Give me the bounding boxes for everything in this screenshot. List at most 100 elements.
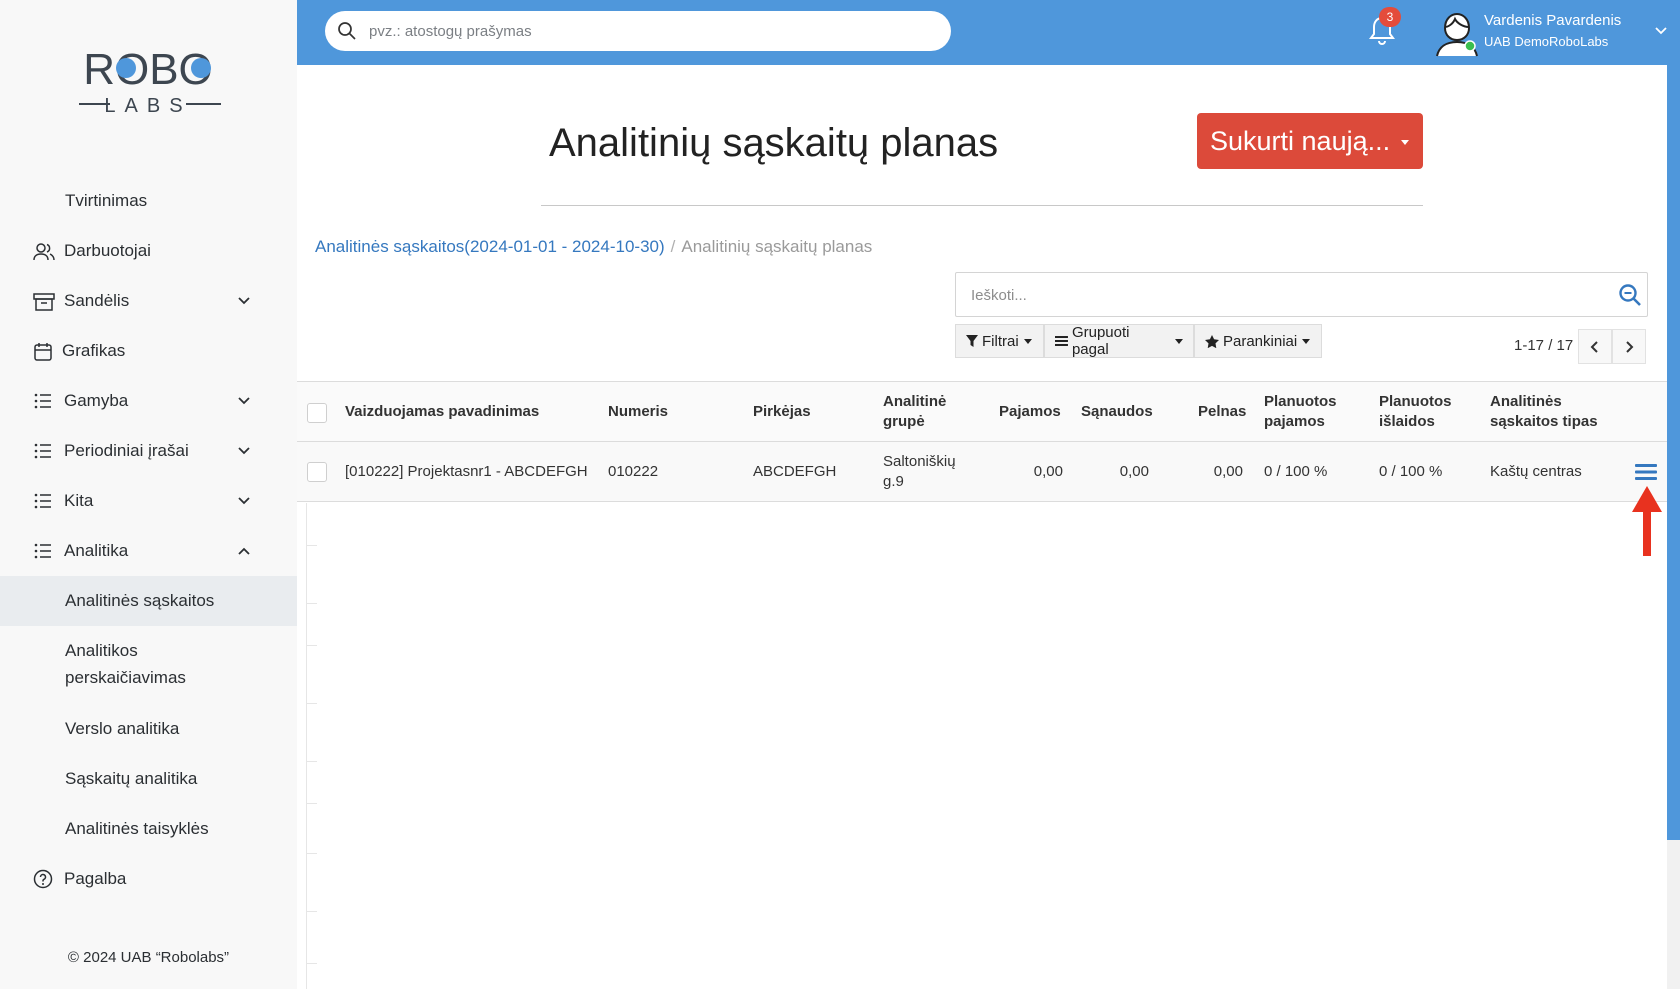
sidebar-item-label: Pagalba <box>64 869 127 888</box>
help-icon <box>33 869 53 889</box>
avatar[interactable] <box>1431 8 1481 58</box>
grid-line <box>307 803 317 804</box>
global-search[interactable] <box>325 11 951 51</box>
sidebar-item-pagalba[interactable]: Pagalba <box>0 854 297 904</box>
sidebar-item-verslo-analitika[interactable]: Verslo analitika <box>0 704 297 754</box>
column-header-label: Pajamos <box>999 403 1061 420</box>
column-header-group[interactable]: Analitinė grupė <box>883 392 946 432</box>
select-all-checkbox[interactable] <box>307 403 327 423</box>
column-header-planned-income[interactable]: Planuotos pajamos <box>1264 392 1337 432</box>
robolabs-logo[interactable]: ROBO LABS <box>0 42 297 122</box>
column-header-label: Pelnas <box>1198 403 1247 420</box>
breadcrumb-parent-link[interactable]: Analitinės sąskaitos(2024-01-01 - 2024-1… <box>315 237 665 256</box>
sidebar-item-sandelis[interactable]: Sandėlis <box>0 276 297 326</box>
pager-value[interactable]: 1-17 / 17 <box>1514 337 1573 354</box>
column-header-label: Vaizduojamas pavadinimas <box>345 403 540 420</box>
create-new-label: Sukurti naują... <box>1210 125 1391 156</box>
sidebar-item-label: Sandėlis <box>64 291 130 310</box>
chevron-down-icon[interactable] <box>236 494 252 508</box>
column-header-account-type[interactable]: Analitinės sąskaitos tipas <box>1490 392 1598 432</box>
grid-line <box>307 761 317 762</box>
sidebar-item-label: Sąskaitų analitika <box>65 769 198 788</box>
user-company: UAB DemoRoboLabs <box>1484 34 1609 49</box>
filters-button[interactable]: Filtrai <box>955 324 1044 358</box>
column-header-name[interactable]: Vaizduojamas pavadinimas <box>345 402 539 422</box>
chevron-down-icon[interactable] <box>1653 24 1669 38</box>
grid-line <box>307 853 317 854</box>
group-by-button[interactable]: Grupuoti pagal <box>1044 324 1194 358</box>
chevron-left-icon <box>1590 340 1598 353</box>
pager-prev-button[interactable] <box>1578 329 1612 364</box>
sidebar: ROBO LABS Tvirtinimas Darbuotojai Sandėl… <box>0 0 297 989</box>
grid-line <box>307 963 317 964</box>
cell-group-line2: g.9 <box>883 473 904 490</box>
column-header-income[interactable]: Pajamos <box>999 402 1061 422</box>
annotation-arrow-icon <box>1632 486 1662 556</box>
grid-line <box>307 645 317 646</box>
favorites-label: Parankiniai <box>1223 332 1298 350</box>
scrollbar-thumb[interactable] <box>1667 65 1680 840</box>
sidebar-footer: © 2024 UAB “Robolabs” <box>67 949 230 966</box>
caret-down-icon <box>1302 338 1311 344</box>
sidebar-item-tvirtinimas[interactable]: Tvirtinimas <box>0 176 297 226</box>
cell-profit: 0,00 <box>1213 463 1243 480</box>
column-header-label: Planuotos <box>1264 393 1337 410</box>
page-title: Analitinių sąskaitų planas <box>549 121 999 165</box>
sidebar-item-label: Tvirtinimas <box>65 191 148 210</box>
column-header-profit[interactable]: Pelnas <box>1198 402 1246 422</box>
column-header-planned-expenses[interactable]: Planuotos išlaidos <box>1379 392 1452 432</box>
sidebar-item-label: Darbuotojai <box>64 241 151 260</box>
zoom-search-icon[interactable] <box>1618 283 1642 307</box>
global-search-input[interactable] <box>369 19 929 43</box>
analytic-accounts-table: Vaizduojamas pavadinimas Numeris Pirkėja… <box>297 381 1667 989</box>
row-menu-icon[interactable] <box>1635 462 1657 482</box>
sidebar-item-analitines-taisykles[interactable]: Analitinės taisyklės <box>0 804 297 854</box>
column-header-expenses[interactable]: Sąnaudos <box>1081 402 1153 422</box>
sidebar-item-gamyba[interactable]: Gamyba <box>0 376 297 426</box>
column-header-buyer[interactable]: Pirkėjas <box>753 402 811 422</box>
sidebar-item-label: Analitikos perskaičiavimas <box>65 637 186 691</box>
chevron-down-icon[interactable] <box>236 444 252 458</box>
row-checkbox[interactable] <box>307 462 327 482</box>
table-search[interactable] <box>955 272 1648 317</box>
notification-badge: 3 <box>1379 7 1401 27</box>
chevron-down-icon[interactable] <box>236 294 252 308</box>
user-name[interactable]: Vardenis Pavardenis <box>1484 12 1621 29</box>
breadcrumb-current: Analitinių sąskaitų planas <box>681 237 873 256</box>
sidebar-item-analitikos-perskaiciavimas[interactable]: Analitikos perskaičiavimas <box>0 626 297 704</box>
sidebar-item-analitika[interactable]: Analitika <box>0 526 297 576</box>
sidebar-item-periodiniai-irasai[interactable]: Periodiniai įrašai <box>0 426 297 476</box>
list-icon <box>34 393 51 409</box>
favorites-button[interactable]: Parankiniai <box>1194 324 1322 358</box>
pager-next-button[interactable] <box>1612 329 1646 364</box>
table-row[interactable]: [010222] Projektasnr1 - ABCDEFGH 010222 … <box>297 442 1667 502</box>
breadcrumb-separator: / <box>670 237 676 256</box>
column-header-label: išlaidos <box>1379 413 1435 430</box>
topbar: 3 Vardenis Pavardenis UAB DemoRoboLabs <box>297 0 1680 65</box>
chevron-down-icon[interactable] <box>236 394 252 408</box>
column-header-number[interactable]: Numeris <box>608 402 668 422</box>
sidebar-item-saskaitu-analitika[interactable]: Sąskaitų analitika <box>0 754 297 804</box>
grid-line <box>307 603 317 604</box>
cell-name: [010222] Projektasnr1 - ABCDEFGH <box>345 463 588 480</box>
sidebar-item-analitines-saskaitos[interactable]: Analitinės sąskaitos <box>0 576 297 626</box>
sidebar-nav: Tvirtinimas Darbuotojai Sandėlis Grafika… <box>0 176 297 904</box>
column-header-label: grupė <box>883 413 925 430</box>
archive-icon <box>33 293 55 311</box>
column-header-label: pajamos <box>1264 413 1325 430</box>
sidebar-item-label: Analitinės sąskaitos <box>65 591 215 610</box>
sidebar-item-kita[interactable]: Kita <box>0 476 297 526</box>
title-divider <box>541 205 1423 206</box>
table-search-input[interactable] <box>971 284 1571 306</box>
sidebar-item-label: Analitika <box>64 541 129 560</box>
sidebar-item-label-line2: perskaičiavimas <box>65 668 186 687</box>
sidebar-item-darbuotojai[interactable]: Darbuotojai <box>0 226 297 276</box>
star-icon <box>1205 334 1219 348</box>
sidebar-item-label: Periodiniai įrašai <box>64 441 189 460</box>
sidebar-item-grafikas[interactable]: Grafikas <box>0 326 297 376</box>
sidebar-item-label: Grafikas <box>62 341 126 360</box>
caret-down-icon <box>1175 338 1183 344</box>
chevron-up-icon[interactable] <box>236 544 252 558</box>
cell-expenses: 0,00 <box>1119 463 1149 480</box>
create-new-button[interactable]: Sukurti naują... <box>1197 113 1423 169</box>
